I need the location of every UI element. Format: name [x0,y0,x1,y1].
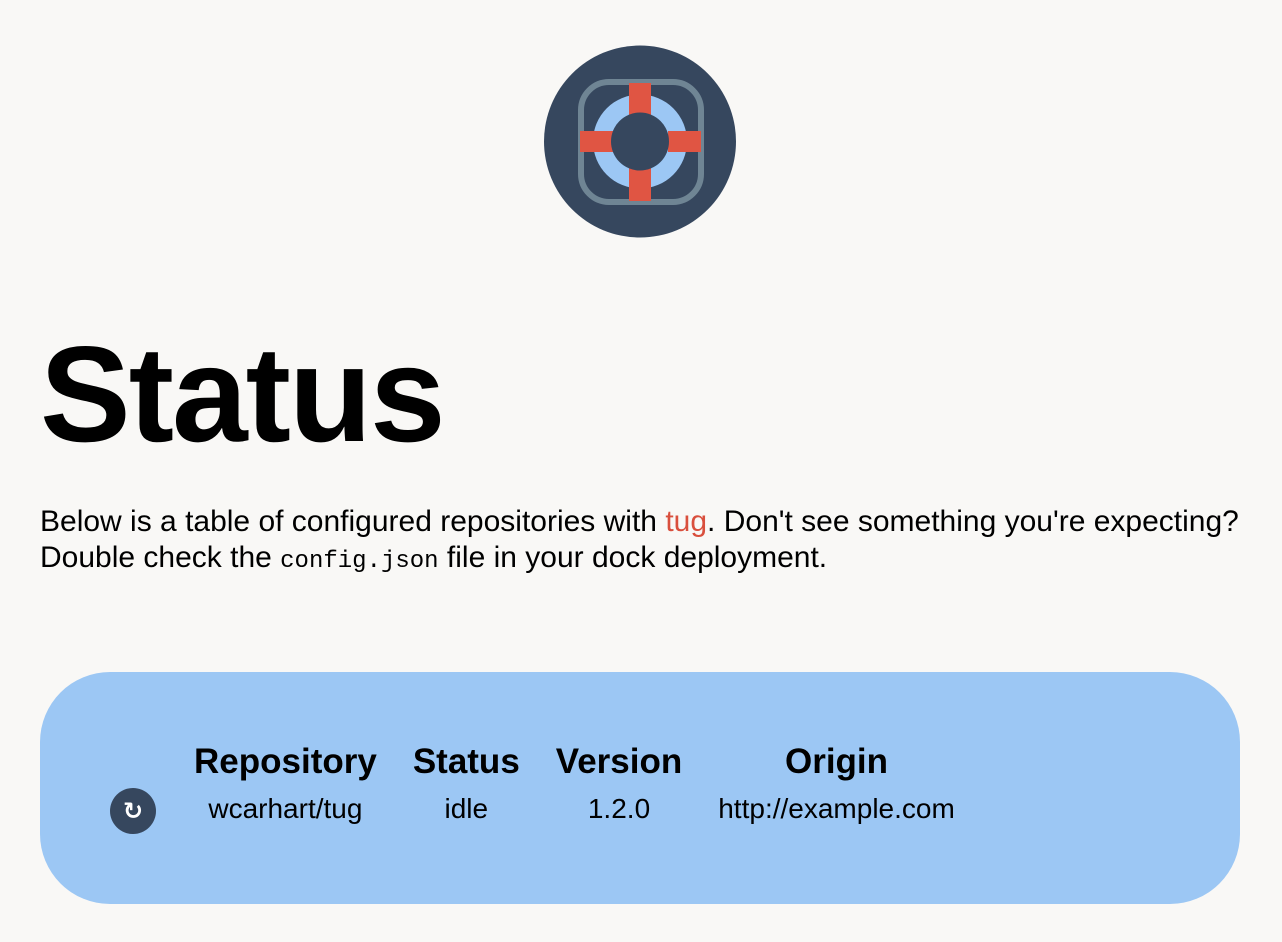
version-cell: 1.2.0 [587,793,651,824]
tug-link[interactable]: tug [665,505,707,538]
page-title: Status [40,318,446,470]
refresh-icon: ↻ [122,797,144,825]
logo [544,45,736,238]
intro-text: Below is a table of configured repositor… [40,504,1240,580]
origin-cell: http://example.com [718,793,955,824]
action-cell: ↻ [110,784,176,834]
intro-text-start: Below is a table of configured repositor… [40,505,666,538]
origin-column-header: Origin [784,742,889,781]
status-column-header: Status [412,742,520,781]
life-ring-icon [544,45,736,238]
table-header-row: Repository Status Version Origin [110,740,973,784]
repository-table: Repository Status Version Origin ↻ wcarh… [110,740,973,834]
repository-column-header: Repository [194,742,377,781]
config-file-name: config.json [280,548,439,575]
table-row: ↻ wcarhart/tug idle 1.2.0 http://example… [110,784,973,834]
repository-cell: wcarhart/tug [208,793,363,824]
action-column-header [110,740,176,784]
status-cell: idle [444,793,489,824]
version-column-header: Version [555,742,683,781]
repository-panel: Repository Status Version Origin ↻ wcarh… [40,672,1240,904]
intro-text-end: file in your dock deployment. [438,541,828,574]
refresh-button[interactable]: ↻ [110,788,156,834]
